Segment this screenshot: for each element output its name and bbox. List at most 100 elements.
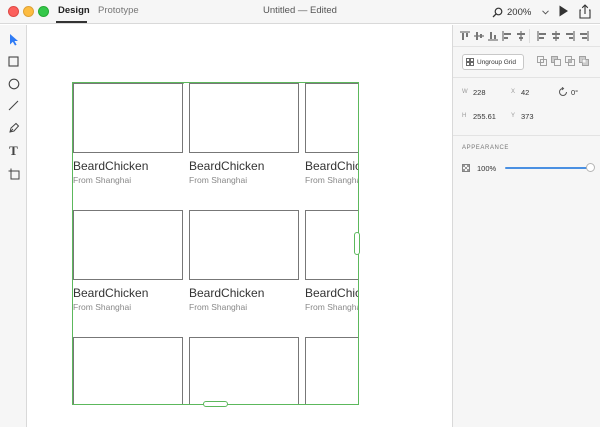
align-middle-icon[interactable] bbox=[474, 31, 484, 41]
text-icon: T bbox=[9, 143, 18, 158]
ellipse-icon bbox=[8, 78, 19, 89]
grid-card[interactable]: BeardChicken From Shanghai bbox=[305, 210, 359, 312]
property-inspector: Ungroup Grid W 228 X 42 0° H 255.61 Y 37… bbox=[452, 25, 600, 427]
grid-gap-guide bbox=[183, 83, 184, 84]
tab-design[interactable]: Design bbox=[58, 5, 90, 16]
opacity-icon bbox=[462, 164, 470, 172]
opacity-slider-thumb[interactable] bbox=[586, 163, 595, 172]
card-image-placeholder bbox=[189, 83, 299, 153]
document-title: Untitled — Edited bbox=[263, 5, 337, 16]
card-subtitle: From Shanghai bbox=[189, 302, 248, 312]
row-resize-handle[interactable] bbox=[203, 401, 228, 407]
ungroup-grid-button[interactable]: Ungroup Grid bbox=[462, 54, 524, 70]
boolean-intersect-icon[interactable] bbox=[565, 56, 575, 66]
card-title: BeardChicken bbox=[305, 159, 358, 173]
align-left-icon[interactable] bbox=[502, 31, 512, 41]
align-right-icon[interactable] bbox=[565, 31, 575, 41]
card-subtitle: From Shanghai bbox=[305, 175, 359, 185]
pen-icon bbox=[8, 122, 19, 133]
alignment-toolbar bbox=[453, 25, 600, 47]
minimize-window-button[interactable] bbox=[23, 6, 34, 17]
height-label: H bbox=[462, 113, 467, 119]
text-tool[interactable]: T bbox=[7, 144, 20, 157]
opacity-field[interactable]: 100% bbox=[477, 164, 496, 173]
distribute-center-icon[interactable] bbox=[551, 31, 561, 41]
title-bar: Design Prototype Untitled — Edited 200% bbox=[0, 0, 600, 24]
tool-bar: T X 6 Y 326 bbox=[0, 25, 27, 427]
boolean-subtract-icon[interactable] bbox=[551, 56, 561, 66]
grid-card[interactable]: BeardChicken From Shanghai bbox=[189, 210, 299, 312]
appearance-section-title: APPEARANCE bbox=[462, 145, 510, 151]
card-title: BeardChicken bbox=[73, 159, 149, 173]
maximize-window-button[interactable] bbox=[38, 6, 49, 17]
align-bottom-icon[interactable] bbox=[488, 31, 498, 41]
repeat-grid-icon bbox=[466, 58, 474, 66]
card-image-placeholder bbox=[189, 210, 299, 280]
share-icon[interactable] bbox=[579, 4, 591, 19]
boolean-add-icon[interactable] bbox=[537, 56, 547, 66]
artboard-icon bbox=[8, 168, 19, 179]
active-tab-indicator bbox=[56, 21, 87, 23]
card-title: BeardChicken bbox=[73, 286, 149, 300]
card-image-placeholder bbox=[305, 337, 358, 404]
card-image-placeholder bbox=[305, 210, 358, 280]
rotate-icon bbox=[559, 87, 567, 96]
line-tool[interactable] bbox=[7, 99, 20, 112]
zoom-icon bbox=[492, 7, 503, 17]
card-image-placeholder bbox=[189, 337, 299, 404]
zoom-control[interactable]: 200% bbox=[492, 4, 550, 20]
panel-divider bbox=[453, 77, 600, 78]
ellipse-tool[interactable] bbox=[7, 77, 20, 90]
zoom-level: 200% bbox=[507, 6, 532, 18]
x-field[interactable]: 42 bbox=[521, 88, 529, 97]
height-field[interactable]: 255.61 bbox=[473, 112, 496, 121]
opacity-slider[interactable] bbox=[505, 167, 591, 169]
grid-card[interactable] bbox=[73, 337, 183, 404]
select-icon bbox=[9, 34, 18, 46]
rectangle-icon bbox=[8, 56, 19, 67]
line-icon bbox=[8, 100, 19, 111]
distribute-left-icon[interactable] bbox=[537, 31, 547, 41]
distribute-right-icon[interactable] bbox=[579, 31, 589, 41]
grid-card[interactable] bbox=[189, 337, 299, 404]
grid-card[interactable]: BeardChicken From Shanghai bbox=[189, 83, 299, 185]
artboard-tool[interactable] bbox=[7, 167, 20, 180]
grid-card[interactable] bbox=[305, 337, 358, 404]
column-resize-handle[interactable] bbox=[354, 232, 360, 255]
width-field[interactable]: 228 bbox=[473, 88, 486, 97]
select-tool[interactable] bbox=[7, 33, 20, 46]
card-subtitle: From Shanghai bbox=[73, 302, 132, 312]
chevron-down-icon bbox=[542, 9, 550, 15]
y-field[interactable]: 373 bbox=[521, 112, 534, 121]
panel-divider bbox=[453, 135, 600, 136]
align-divider bbox=[529, 29, 530, 43]
x-label: X bbox=[511, 89, 516, 95]
width-label: W bbox=[462, 89, 468, 95]
rectangle-tool[interactable] bbox=[7, 55, 20, 68]
tab-prototype[interactable]: Prototype bbox=[98, 5, 139, 16]
design-canvas[interactable]: BeardChicken From Shanghai BeardChicken … bbox=[28, 25, 452, 427]
card-subtitle: From Shanghai bbox=[189, 175, 248, 185]
card-subtitle: From Shanghai bbox=[73, 175, 132, 185]
grid-card[interactable]: BeardChicken From Shanghai bbox=[73, 83, 183, 185]
card-image-placeholder bbox=[305, 83, 358, 153]
grid-card[interactable]: BeardChicken From Shanghai bbox=[305, 83, 359, 185]
card-image-placeholder bbox=[73, 337, 183, 404]
play-icon[interactable] bbox=[558, 4, 569, 18]
rotation-field[interactable]: 0° bbox=[571, 88, 578, 97]
pen-tool[interactable] bbox=[7, 121, 20, 134]
card-title: BeardChicken bbox=[189, 286, 265, 300]
align-top-icon[interactable] bbox=[460, 31, 470, 41]
repeat-grid[interactable]: BeardChicken From Shanghai BeardChicken … bbox=[72, 82, 359, 405]
card-title: BeardChicken bbox=[189, 159, 265, 173]
boolean-exclude-icon[interactable] bbox=[579, 56, 589, 66]
ungroup-grid-label: Ungroup Grid bbox=[477, 58, 517, 66]
card-title: BeardChicken bbox=[305, 286, 358, 300]
card-image-placeholder bbox=[73, 210, 183, 280]
close-window-button[interactable] bbox=[8, 6, 19, 17]
y-label: Y bbox=[511, 113, 516, 119]
grid-card[interactable]: BeardChicken From Shanghai bbox=[73, 210, 183, 312]
card-subtitle: From Shanghai bbox=[305, 302, 359, 312]
align-center-icon[interactable] bbox=[516, 31, 526, 41]
card-image-placeholder bbox=[73, 83, 183, 153]
